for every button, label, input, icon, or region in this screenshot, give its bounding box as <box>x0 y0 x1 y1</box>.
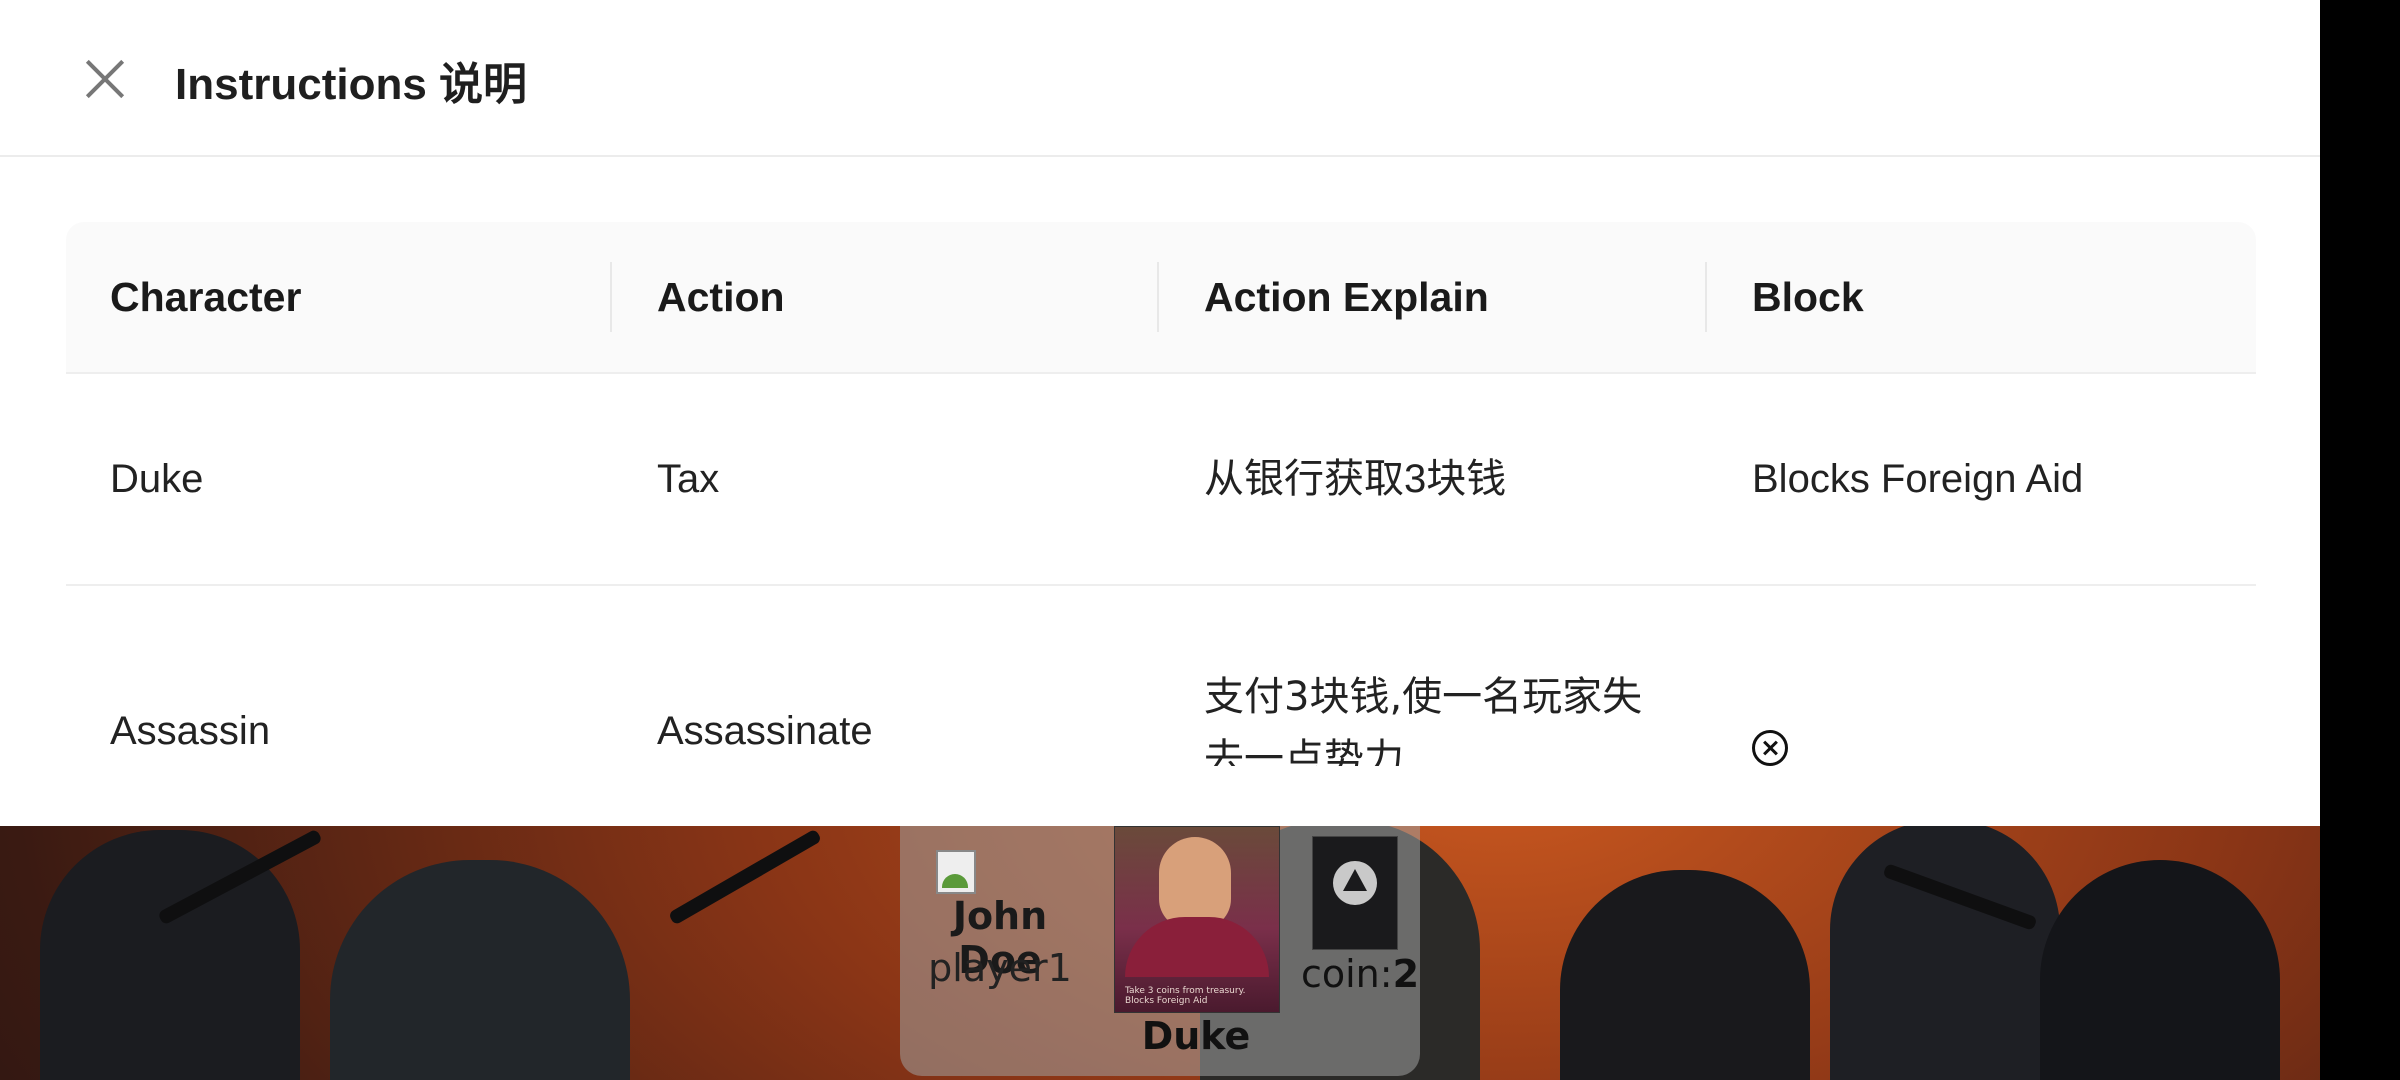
coin-label: coin: <box>1300 952 1393 996</box>
dialog-header: Instructions 说明 <box>0 0 2320 157</box>
column-divider <box>1705 262 1707 332</box>
soldier-silhouette <box>2040 860 2280 1080</box>
table-row: Duke Tax 从银行获取3块钱 Blocks Foreign Aid <box>66 374 2256 586</box>
soldier-silhouette <box>1830 820 2060 1080</box>
instructions-dialog: Instructions 说明 Character Action Action … <box>0 0 2320 826</box>
card-description: Take 3 coins from treasury. Blocks Forei… <box>1125 986 1246 1006</box>
close-icon[interactable] <box>80 54 130 104</box>
cell-block: Blocks Foreign Aid <box>1752 457 2084 501</box>
rifle-shape <box>667 828 823 926</box>
player-panel: John Doe player1 Take 3 coins from treas… <box>900 826 1420 1076</box>
close-circle-icon <box>1752 730 1788 766</box>
dialog-title: Instructions 说明 <box>175 60 528 109</box>
cell-character: Assassin <box>110 709 271 753</box>
soldier-silhouette <box>1560 870 1810 1080</box>
duke-portrait <box>1159 837 1231 929</box>
soldier-silhouette <box>330 860 630 1080</box>
coup-emblem-icon <box>1333 861 1377 905</box>
cell-action-explain: 支付3块钱,使一名玩家失去一点势力 <box>1204 674 1643 766</box>
card-label: Duke <box>1141 1014 1251 1058</box>
column-divider <box>610 262 612 332</box>
column-divider <box>1157 262 1159 332</box>
table-row: Assassin Assassinate 支付3块钱,使一名玩家失去一点势力 <box>66 586 2256 826</box>
duke-robe <box>1125 917 1269 977</box>
instructions-table: Character Action Action Explain Block Du… <box>66 222 2256 826</box>
cell-action-explain: 从银行获取3块钱 <box>1204 457 1507 501</box>
avatar <box>936 850 976 894</box>
table-header: Character Action Action Explain Block <box>66 222 2256 374</box>
player-id: player1 <box>928 946 1072 990</box>
column-header-block: Block <box>1752 274 1864 320</box>
cell-character: Duke <box>110 457 204 501</box>
coin-count: coin:2 <box>1300 952 1420 996</box>
cell-action: Tax <box>657 457 720 501</box>
coin-value: 2 <box>1392 952 1420 996</box>
card-back[interactable] <box>1312 836 1398 950</box>
cell-action: Assassinate <box>657 709 873 753</box>
column-header-character: Character <box>110 274 302 320</box>
column-header-action-explain: Action Explain <box>1204 274 1489 320</box>
column-header-action: Action <box>657 274 785 320</box>
duke-card[interactable]: Take 3 coins from treasury. Blocks Forei… <box>1114 826 1280 1013</box>
